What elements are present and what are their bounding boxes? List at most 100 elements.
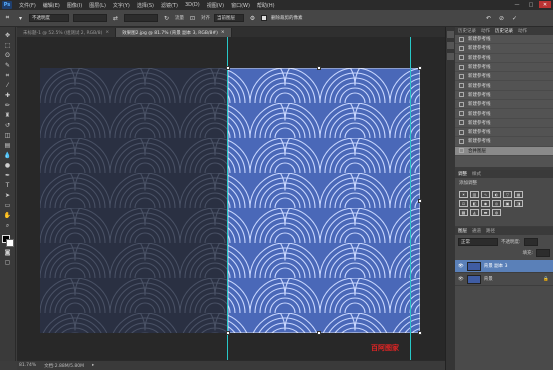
tab-close-icon[interactable]: × (221, 30, 225, 35)
preset-picker-icon[interactable]: ▾ (16, 14, 25, 23)
settings-gear-icon[interactable]: ⚙ (248, 14, 257, 23)
color-balance-icon[interactable]: ⚖ (459, 200, 468, 207)
shape-tool-icon[interactable]: ▭ (2, 201, 14, 210)
history-item[interactable]: 新建参考线 (455, 91, 553, 101)
color-swatches[interactable] (1, 235, 14, 247)
selective-color-icon[interactable]: ◍ (492, 209, 501, 216)
menu-filter[interactable]: 滤镜(T) (161, 2, 178, 9)
quick-select-tool-icon[interactable]: ✎ (2, 61, 14, 70)
stamp-tool-icon[interactable]: ♜ (2, 111, 14, 120)
crop-tool-icon[interactable]: ⌗ (2, 71, 14, 80)
black-white-icon[interactable]: ◧ (470, 200, 479, 207)
channel-mixer-icon[interactable]: ◎ (492, 200, 501, 207)
eyedropper-tool-icon[interactable]: ⁄ (2, 81, 14, 90)
history-item[interactable]: 新建参考线 (455, 81, 553, 91)
tab-document-1[interactable]: 未标题-1 @ 52.5% (组测试 2, RGB/8) × (17, 28, 117, 37)
close-button[interactable]: ✕ (539, 1, 551, 8)
gradient-tool-icon[interactable]: ▤ (2, 141, 14, 150)
layer-row[interactable]: 👁 背景 副本 3 (455, 260, 553, 273)
tab-history[interactable]: 历史记录 (458, 28, 476, 34)
eye-icon[interactable]: 👁 (458, 264, 464, 269)
tab-document-2[interactable]: 效果图2.jpg @ 81.7% (背景 副本 3, RGB/8#) × (116, 28, 232, 37)
menu-layer[interactable]: 图层(L) (89, 2, 106, 9)
hue-saturation-icon[interactable]: ▦ (514, 191, 523, 198)
document-image[interactable] (40, 68, 420, 333)
menu-file[interactable]: 文件(F) (19, 2, 36, 9)
transform-handle[interactable] (226, 331, 230, 335)
rotate-icon[interactable]: ↻ (162, 14, 171, 23)
menu-select[interactable]: 选择(S) (137, 2, 154, 9)
levels-icon[interactable]: ▥ (470, 191, 479, 198)
commit-check-icon[interactable]: ✓ (510, 14, 519, 23)
status-arrow-icon[interactable]: ▸ (92, 363, 94, 368)
menu-image[interactable]: 图像(I) (67, 2, 82, 9)
blend-mode-select[interactable]: 正常 (458, 238, 498, 246)
blur-tool-icon[interactable]: 💧 (2, 151, 14, 160)
straighten-icon[interactable]: ⊡ (188, 14, 197, 23)
posterize-icon[interactable]: ▩ (459, 209, 468, 216)
delete-cropped-checkbox[interactable] (261, 15, 267, 21)
transform-handle[interactable] (317, 331, 321, 335)
gradient-map-icon[interactable]: ▬ (481, 209, 490, 216)
minimize-button[interactable]: — (511, 1, 523, 8)
history-item[interactable]: 新建参考线 (455, 128, 553, 138)
tab-close-icon[interactable]: × (105, 30, 109, 35)
path-select-tool-icon[interactable]: ➤ (2, 191, 14, 200)
photo-filter-icon[interactable]: ◉ (481, 200, 490, 207)
eraser-tool-icon[interactable]: ◫ (2, 131, 14, 140)
quick-mask-icon[interactable]: ◙ (2, 248, 14, 257)
menu-type[interactable]: 文字(Y) (113, 2, 130, 9)
brightness-icon[interactable]: ☀ (459, 191, 468, 198)
info-panel-icon[interactable] (447, 53, 454, 60)
zoom-tool-icon[interactable]: ⌕ (2, 221, 14, 230)
sample-select[interactable]: 当前图层 (214, 14, 244, 22)
history-item[interactable]: 新建参考线 (455, 119, 553, 128)
menu-3d[interactable]: 3D(D) (185, 2, 200, 8)
history-item[interactable]: 新建参考线 (455, 54, 553, 63)
swap-icon[interactable]: ⇄ (111, 14, 120, 23)
history-item[interactable]: 合并图层 (455, 146, 553, 156)
reset-icon[interactable]: ↶ (484, 14, 493, 23)
zoom-level[interactable]: 81.74% (19, 363, 36, 368)
menu-edit[interactable]: 编辑(E) (43, 2, 60, 9)
tab-actions-2[interactable]: 动作 (518, 28, 527, 34)
eye-icon[interactable]: 👁 (458, 277, 464, 282)
threshold-icon[interactable]: ◭ (470, 209, 479, 216)
history-brush-tool-icon[interactable]: ↺ (2, 121, 14, 130)
type-tool-icon[interactable]: T (2, 181, 14, 190)
canvas-area[interactable]: 百阿图家 (17, 37, 445, 360)
tab-styles[interactable]: 样式 (472, 171, 481, 177)
lasso-tool-icon[interactable]: ʘ (2, 51, 14, 60)
history-item[interactable]: 新建参考线 (455, 137, 553, 147)
transform-handle[interactable] (226, 66, 230, 70)
width-field[interactable] (73, 14, 107, 22)
history-item[interactable]: 新建参考线 (455, 44, 553, 54)
opacity-field[interactable] (523, 238, 538, 246)
tab-paths[interactable]: 路径 (486, 228, 495, 234)
menu-help[interactable]: 帮助(H) (257, 2, 275, 9)
invert-icon[interactable]: ◨ (514, 200, 523, 207)
hand-tool-icon[interactable]: ✋ (2, 211, 14, 220)
layer-row[interactable]: 👁 背景 🔒 (455, 273, 553, 286)
guide-line-left[interactable] (227, 37, 228, 360)
mode-select[interactable]: 不透明度 (29, 14, 69, 22)
maximize-button[interactable]: □ (525, 1, 537, 8)
height-field[interactable] (124, 14, 158, 22)
healing-brush-tool-icon[interactable]: ✚ (2, 91, 14, 100)
history-panel-icon[interactable] (447, 31, 454, 38)
transform-handle[interactable] (317, 66, 321, 70)
color-lookup-icon[interactable]: ▣ (503, 200, 512, 207)
pen-tool-icon[interactable]: ✒ (2, 171, 14, 180)
history-item[interactable]: 新建参考线 (455, 35, 553, 45)
cancel-icon[interactable]: ⊘ (497, 14, 506, 23)
tab-channels[interactable]: 通道 (472, 228, 481, 234)
transform-handle[interactable] (418, 199, 422, 203)
tab-layers[interactable]: 图层 (458, 228, 467, 234)
screen-mode-icon[interactable]: ▢ (2, 258, 14, 267)
history-item[interactable]: 新建参考线 (455, 63, 553, 73)
background-color-swatch[interactable] (5, 239, 14, 247)
tab-adjustments[interactable]: 调整 (458, 171, 467, 177)
menu-window[interactable]: 窗口(W) (231, 2, 250, 9)
history-item[interactable]: 新建参考线 (455, 72, 553, 82)
history-item[interactable]: 新建参考线 (455, 109, 553, 119)
